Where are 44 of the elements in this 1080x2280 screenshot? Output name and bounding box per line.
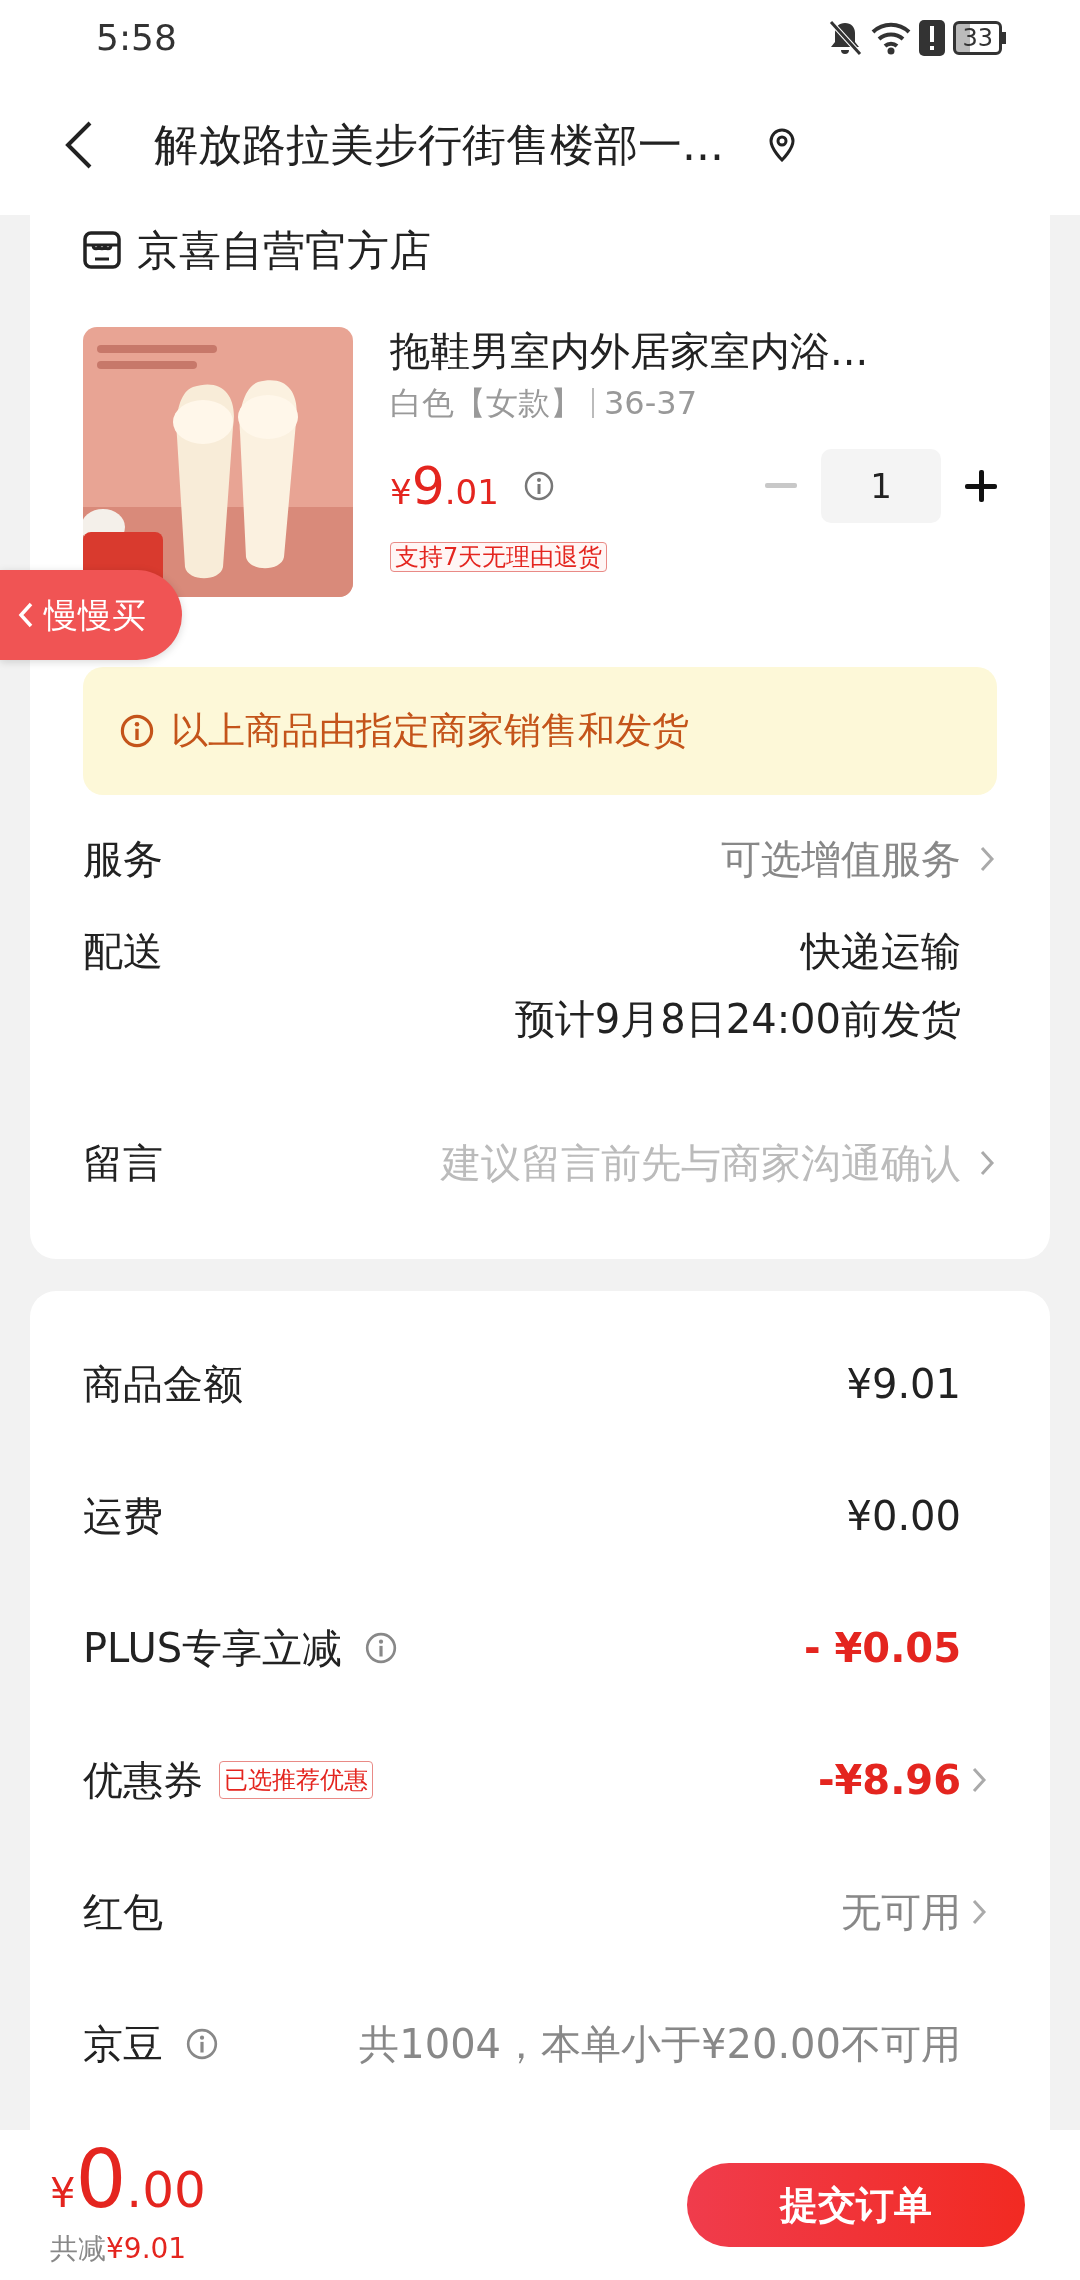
- row-value: ¥0.00: [846, 1492, 961, 1541]
- row-label: 留言: [83, 1139, 163, 1188]
- return-policy-tag: 支持7天无理由退货: [390, 542, 608, 572]
- row-label: 配送: [83, 927, 163, 976]
- row-value: ¥9.01: [846, 1360, 961, 1409]
- store-icon: [83, 231, 121, 269]
- coupon-tag: 已选推荐优惠: [219, 1761, 373, 1799]
- location-pin-icon[interactable]: [767, 128, 796, 162]
- row-label: PLUS专享立减: [83, 1624, 343, 1673]
- row-value: 共1004，本单小于¥20.00不可用: [359, 2020, 961, 2069]
- product-title[interactable]: 拖鞋男室内外居家室内浴...: [390, 327, 997, 375]
- slow-buy-button[interactable]: 慢慢买: [0, 570, 182, 660]
- plus-icon[interactable]: [965, 470, 997, 502]
- wifi-icon: [871, 20, 912, 55]
- bell-off-icon: [827, 18, 864, 57]
- total-savings: 共减¥9.01: [50, 2231, 188, 2267]
- row-label: 优惠券: [83, 1756, 203, 1805]
- row-value: 预计9月8日24:00前发货: [514, 995, 961, 1044]
- row-label: 商品金额: [83, 1360, 243, 1409]
- product-price: ¥9.01: [390, 455, 499, 518]
- back-icon[interactable]: [64, 120, 94, 170]
- row-label: 京豆: [83, 2020, 163, 2069]
- total-price: ¥0.00: [50, 2140, 206, 2228]
- seller-notice: 以上商品由指定商家销售和发货: [171, 708, 689, 755]
- row-value[interactable]: 无可用: [841, 1882, 961, 1942]
- status-time: 5:58: [96, 15, 177, 60]
- quantity-field[interactable]: 1: [821, 449, 941, 523]
- row-label: 红包: [83, 1888, 163, 1937]
- address-title: 解放路拉美步行街售楼部一...: [154, 118, 724, 172]
- alert-icon: [919, 19, 946, 56]
- row-label: 服务: [83, 835, 163, 884]
- info-icon[interactable]: [364, 1631, 399, 1665]
- row-value: - ¥0.05: [803, 1624, 961, 1673]
- row-value[interactable]: 可选增值服务: [721, 829, 961, 889]
- product-spec: 白色【女款】: [390, 383, 582, 424]
- info-icon: [119, 713, 155, 749]
- submit-order-button[interactable]: 提交订单: [687, 2163, 1025, 2247]
- row-value: 快递运输: [799, 927, 961, 976]
- row-label: 运费: [83, 1492, 163, 1541]
- info-icon[interactable]: [522, 470, 555, 502]
- product-size: 36-37: [604, 383, 697, 424]
- info-icon[interactable]: [185, 2027, 219, 2061]
- row-value[interactable]: -¥8.96: [817, 1750, 961, 1810]
- store-name[interactable]: 京喜自营官方店: [137, 218, 431, 282]
